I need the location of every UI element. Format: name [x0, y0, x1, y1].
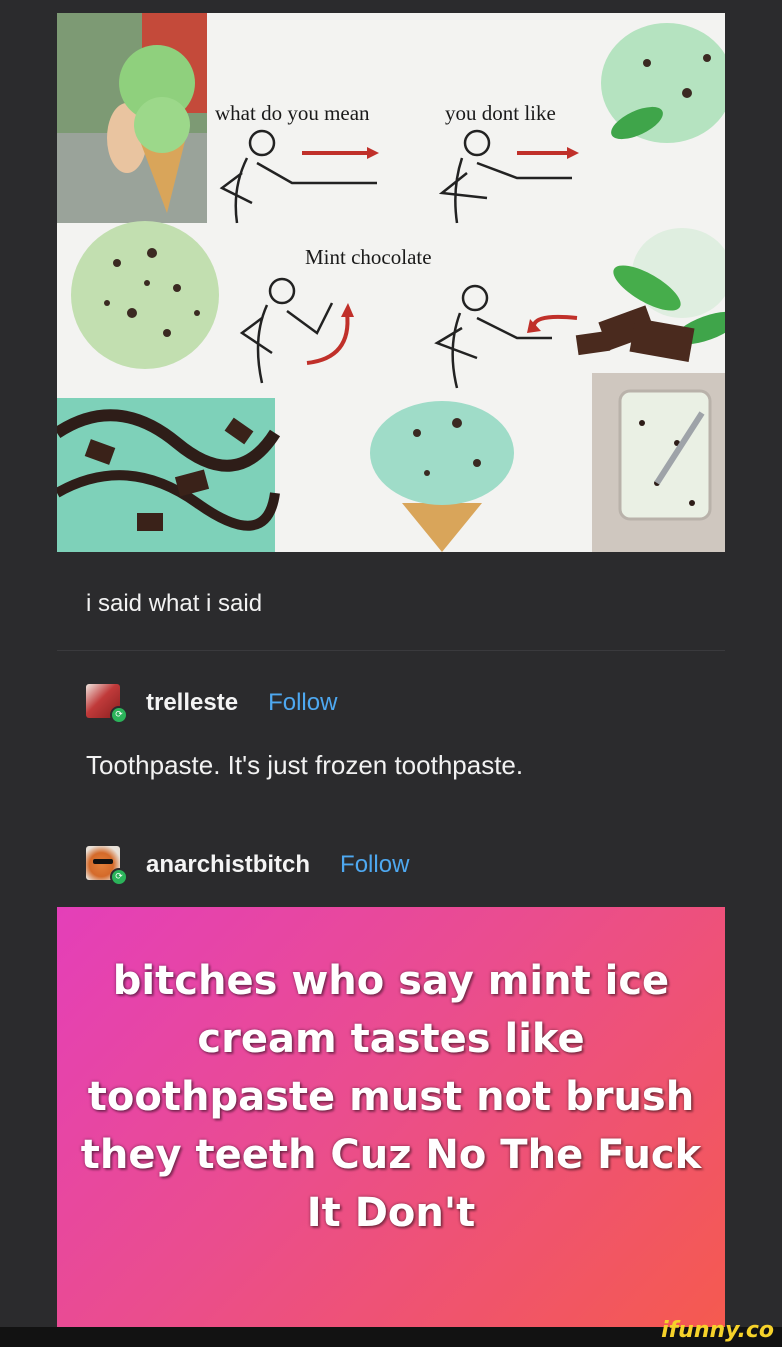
post-caption: i said what i said [86, 590, 263, 617]
reblog-text-trelleste: Toothpaste. It's just frozen toothpaste. [86, 750, 524, 780]
reblog-badge-icon: ⟳ [110, 706, 128, 724]
gradient-text-card: bitches who say mint ice cream tastes li… [57, 907, 725, 1327]
gradient-card-text: bitches who say mint ice cream tastes li… [80, 958, 702, 1236]
waffle-cone [402, 503, 482, 552]
punch-figure-1 [219, 129, 377, 224]
meme-illustration [57, 13, 725, 552]
punch-figure-2 [438, 129, 572, 224]
mint-scoop-left [71, 221, 219, 369]
mint-scoop-cone [370, 401, 514, 505]
reblog-header-anarchistbitch: ⟳ anarchistbitch Follow [86, 845, 409, 886]
ifunny-watermark: ifunny.co [661, 1318, 774, 1343]
meme-text-what-do-you-mean: what do you mean [215, 101, 370, 125]
meme-text-you-dont-like: you dont like [445, 101, 556, 125]
punch-figure-4 [434, 284, 552, 389]
ice-cream-tub [618, 389, 712, 521]
avatar-trelleste[interactable]: ⟳ [86, 684, 128, 724]
meme-image: what do you mean you dont like Mint choc… [57, 13, 725, 552]
follow-button-trelleste[interactable]: Follow [268, 689, 337, 717]
divider [57, 650, 725, 651]
meme-text-mint-chocolate: Mint chocolate [305, 245, 432, 269]
username-trelleste[interactable]: trelleste [146, 689, 238, 717]
reblog-header-trelleste: ⟳ trelleste Follow [86, 683, 337, 724]
photo-scoop-2 [134, 97, 190, 153]
reblog-badge-icon: ⟳ [110, 868, 128, 886]
punch-figure-3 [239, 277, 334, 384]
follow-button-anarchistbitch[interactable]: Follow [340, 851, 409, 879]
avatar-anarchistbitch[interactable]: ⟳ [86, 846, 128, 886]
username-anarchistbitch[interactable]: anarchistbitch [146, 851, 310, 879]
